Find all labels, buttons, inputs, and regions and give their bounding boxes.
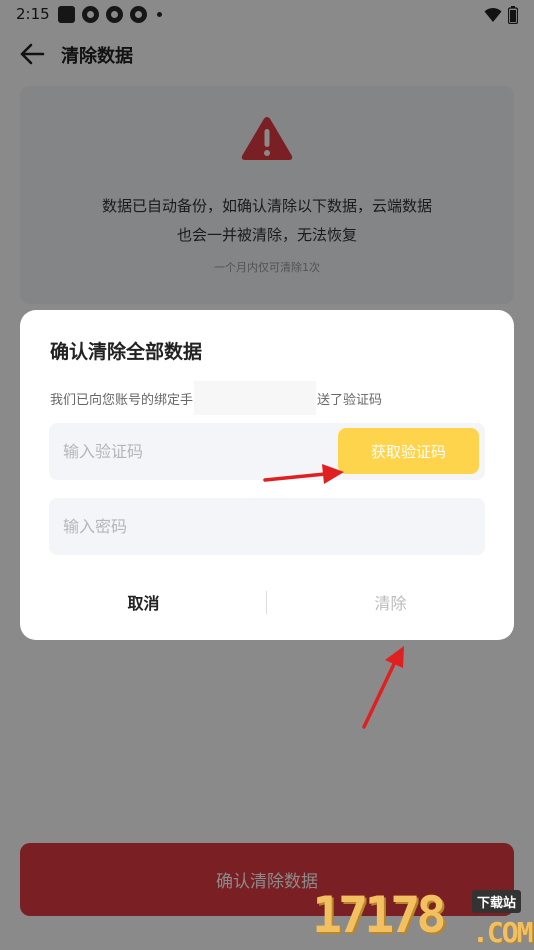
watermark-badge: 下载站: [472, 890, 522, 913]
site-watermark: 17178 下载站 .COM: [312, 886, 534, 950]
watermark-number: 17178: [312, 886, 447, 944]
arrow-to-get-code: [263, 464, 344, 484]
watermark-domain: .COM: [472, 916, 533, 949]
annotation-arrows: [263, 464, 404, 729]
arrow-to-clear: [362, 646, 404, 729]
